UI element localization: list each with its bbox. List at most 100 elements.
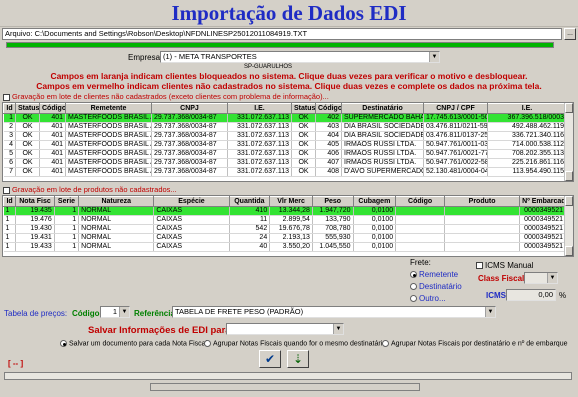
import-button[interactable]: ⇣ [287, 350, 309, 368]
clientes-header-col[interactable]: I.E. [487, 103, 567, 114]
file-path-field[interactable]: Arquivo: C:\Documents and Settings\Robso… [2, 28, 562, 40]
salvar-option-3-radio[interactable] [382, 340, 389, 347]
empresa-select[interactable]: (1) - META TRANSPORTES ▼ [160, 51, 440, 63]
notas-grid[interactable]: Id Nota Fisc Serie Natureza Espécie Quantida V… [2, 195, 574, 257]
icms-manual-checkbox[interactable] [476, 262, 483, 270]
chevron-down-icon[interactable]: ▼ [547, 273, 557, 283]
clientes-table-cell: 406 [315, 149, 342, 159]
notas-table-row[interactable]: 1 19.435 1 NORMAL CAIXAS 410 13.344,28 1.947,72… [3, 206, 566, 216]
notas-header-col[interactable]: Espécie [153, 196, 230, 207]
clientes-table-cell: OK [15, 131, 40, 141]
salvar-option-1[interactable]: Salvar um documento para cada Nota Fisca… [60, 340, 207, 347]
clientes-table-row[interactable]: 5 OK 401 MASTERFOODS BRASIL ALI 29.737.368/0… [3, 149, 567, 159]
frete-outro-radio[interactable] [410, 295, 417, 303]
notas-scrollbar[interactable] [564, 196, 573, 256]
notas-table-cell: 133,790 [312, 215, 354, 225]
clientes-scroll-down[interactable] [565, 171, 573, 181]
clientes-table-row[interactable]: 4 OK 401 MASTERFOODS BRASIL ALI 29.737.368/0… [3, 140, 567, 150]
frete-destinatario-radio[interactable] [410, 283, 417, 291]
clientes-header-col[interactable]: CNPJ [151, 103, 228, 114]
clientes-scroll-up[interactable] [565, 103, 573, 113]
notas-header-col[interactable]: Serie [53, 196, 80, 207]
tabela-precos-label: Tabela de preços: [4, 309, 68, 318]
frete-option-destinatario[interactable]: Destinatário [410, 282, 462, 291]
clientes-table-row[interactable]: 7 OK 401 MASTERFOODS BRASIL ALI 29.737.368/0… [3, 167, 567, 177]
notas-table-cell [444, 242, 521, 252]
notas-header-col[interactable]: Quantida [228, 196, 271, 207]
salvar-option-2[interactable]: Agrupar Notas Fiscais quando for o mesmo… [204, 340, 386, 347]
icms-input[interactable]: 0,00 [506, 289, 556, 301]
clientes-header-col[interactable]: I.E. [227, 103, 292, 114]
clientes-batch-checkbox-row[interactable]: Gravação em lote de clientes não cadastr… [3, 92, 329, 101]
salvar-label: Salvar Informações de EDI para: [88, 325, 234, 336]
notas-table-cell: CAIXAS [153, 224, 230, 234]
notas-table-cell [444, 233, 521, 243]
confirm-button[interactable]: ✔ [259, 350, 281, 368]
clientes-table-row[interactable]: 1 OK 401 MASTERFOODS BRASIL ALI 29.737.368/0… [3, 113, 567, 123]
clientes-header-col[interactable]: Status [15, 103, 40, 114]
notas-table-cell: NORMAL [78, 233, 155, 243]
clientes-batch-checkbox[interactable] [3, 93, 10, 101]
notas-header-col[interactable]: Nota Fisc [15, 196, 55, 207]
chevron-down-icon[interactable]: ▼ [485, 307, 495, 317]
notas-table-cell: 1 [3, 242, 17, 252]
clientes-header-col[interactable]: Destinatário [341, 103, 424, 114]
salvar-option-1-radio[interactable] [60, 340, 67, 347]
checkmark-icon: ✔ [264, 352, 276, 366]
notas-header-col[interactable]: Vlr Merc [269, 196, 313, 207]
frete-remetente-radio[interactable] [410, 271, 417, 279]
codigo-select[interactable]: 1 ▼ [100, 306, 130, 318]
clientes-table-row[interactable]: 2 OK 401 MASTERFOODS BRASIL ALI 29.737.368/0… [3, 122, 567, 132]
notas-table-cell: 1 [54, 206, 80, 216]
clientes-table-cell: IRMAOS RUSSI LTDA. [341, 158, 424, 168]
notas-scroll-down[interactable] [565, 246, 573, 256]
notas-table-row[interactable]: 1 19.476 1 NORMAL CAIXAS 11 2.899,54 133,790 0,0… [3, 215, 566, 225]
notas-table-cell: 1.947,720 [312, 206, 354, 216]
notas-header-col[interactable]: Peso [311, 196, 354, 207]
notas-header-col[interactable]: Nº Embarcad [519, 196, 566, 207]
notas-header-col[interactable]: Natureza [78, 196, 155, 207]
notas-header-col[interactable]: Código [395, 196, 445, 207]
icms-manual-row[interactable]: ICMS Manual [476, 261, 533, 270]
browse-file-button[interactable]: ... [564, 28, 576, 40]
import-icon: ⇣ [292, 352, 304, 366]
referencia-select[interactable]: TABELA DE FRETE PESO (PADRÃO) ▼ [172, 306, 496, 318]
clientes-table-row[interactable]: 3 OK 401 MASTERFOODS BRASIL ALI 29.737.368/0… [3, 131, 567, 141]
notas-table-row[interactable]: 1 19.431 1 NORMAL CAIXAS 24 2.193,13 555,930 0,0… [3, 233, 566, 243]
clientes-header-col[interactable]: Código [39, 103, 66, 114]
notas-table-cell: 0,0100 [353, 206, 397, 216]
produtos-batch-checkbox-row[interactable]: Gravação em lote de produtos não cadastr… [3, 185, 177, 194]
clientes-table-row[interactable]: 6 OK 401 MASTERFOODS BRASIL ALI 29.737.368/0… [3, 158, 567, 168]
salvar-option-2-radio[interactable] [204, 340, 211, 347]
clientes-grid[interactable]: Id Status Código Remetente CNPJ I.E. Status Cód… [2, 102, 574, 182]
notas-header-col[interactable]: Produto [443, 196, 521, 207]
produtos-batch-checkbox[interactable] [3, 186, 10, 194]
clientes-scrollbar[interactable] [564, 103, 573, 181]
chevron-down-icon[interactable]: ▼ [429, 52, 439, 62]
class-fiscal-label: Class Fiscal [478, 274, 525, 283]
class-fiscal-select[interactable]: ▼ [524, 272, 558, 284]
clientes-header-col[interactable]: CNPJ / CPF [423, 103, 488, 114]
notas-table-row[interactable]: 1 19.433 1 NORMAL CAIXAS 40 3.550,20 1.045,550 0… [3, 242, 566, 252]
frete-option-remetente[interactable]: Remetente [410, 270, 458, 279]
notas-scroll-up[interactable] [565, 196, 573, 206]
chevron-down-icon[interactable]: ▼ [119, 307, 129, 317]
frete-option-outro[interactable]: Outro... [410, 294, 446, 303]
notas-header-col[interactable]: Id [3, 196, 17, 207]
notas-table-cell: CAIXAS [153, 215, 230, 225]
clientes-header-col[interactable]: Código [315, 103, 342, 114]
clientes-table-cell: 3 [3, 131, 16, 141]
chevron-down-icon[interactable]: ▼ [333, 324, 343, 334]
clientes-header-col[interactable]: Status [291, 103, 316, 114]
salvar-select[interactable]: ▼ [226, 323, 344, 335]
clientes-table-cell: 29.737.368/0034-87 [151, 158, 228, 168]
notas-table-cell: 1 [3, 224, 17, 234]
notas-table-cell: 0000349521 [519, 242, 566, 252]
clientes-header-col[interactable]: Remetente [65, 103, 152, 114]
status-progress-bar [4, 372, 572, 380]
notas-table-row[interactable]: 1 19.430 1 NORMAL CAIXAS 542 19.676,78 708,780 0… [3, 224, 566, 234]
clientes-header-col[interactable]: Id [3, 103, 16, 114]
secondary-progress-bar [150, 383, 420, 391]
salvar-option-3[interactable]: Agrupar Notas Fiscais por destinatário e… [382, 340, 567, 347]
notas-header-col[interactable]: Cubagem [352, 196, 397, 207]
